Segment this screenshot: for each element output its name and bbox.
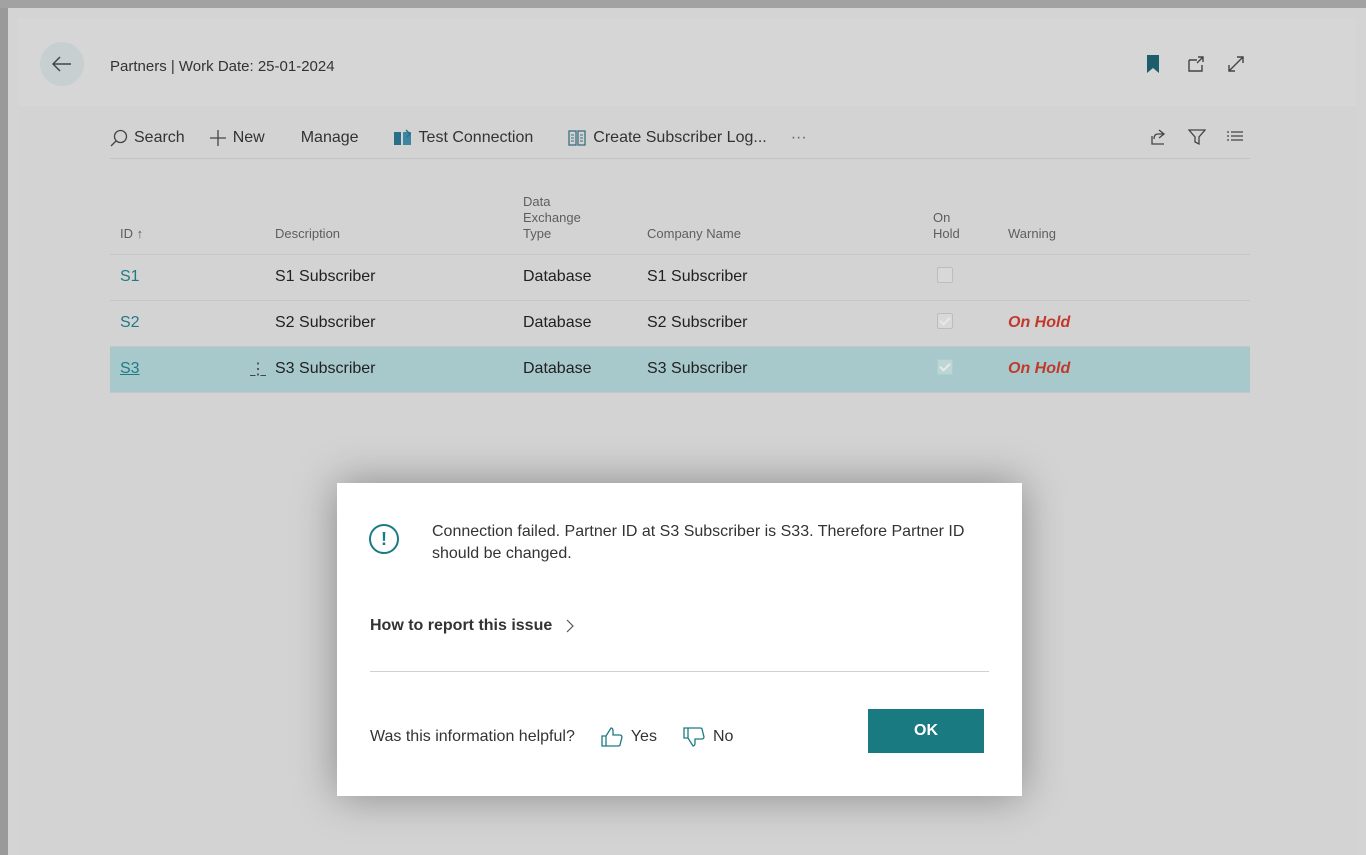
on-hold-cell — [923, 300, 1008, 346]
filter-icon[interactable] — [1188, 128, 1206, 146]
type-cell: Database — [523, 268, 592, 285]
manage-label: Manage — [300, 129, 359, 146]
table-row-selected[interactable]: S3 ⋮ S3 Subscriber Database S3 Subscribe… — [110, 346, 1250, 392]
id-cell[interactable]: S3 ⋮ — [110, 346, 275, 392]
report-issue-label: How to report this issue — [370, 617, 553, 634]
column-header-id[interactable]: ID ↑ — [110, 160, 275, 255]
column-header-company-name[interactable]: Company Name — [647, 160, 923, 255]
test-connection-button[interactable]: Test Connection — [393, 129, 534, 147]
search-button[interactable]: Search — [110, 129, 185, 147]
id-cell[interactable]: S2 — [110, 300, 275, 346]
feedback-area: Was this information helpful? Yes No — [370, 727, 733, 747]
company-cell: S2 Subscriber — [647, 314, 748, 331]
on-hold-checkbox[interactable] — [937, 312, 953, 329]
feedback-no-button[interactable]: No — [683, 727, 733, 747]
new-button[interactable]: New — [209, 129, 265, 147]
type-cell: Database — [523, 360, 592, 377]
action-toolbar: Search New Manage Test Connection Create… — [110, 118, 1250, 159]
report-issue-link[interactable]: How to report this issue — [370, 617, 575, 635]
description-cell: S2 Subscriber — [275, 314, 376, 331]
manage-menu[interactable]: Manage — [289, 129, 359, 147]
warning-circle-icon: ! — [369, 524, 399, 554]
ok-button[interactable]: OK — [868, 709, 984, 753]
partners-grid: ID ↑ Description Data Exchange Type Comp… — [110, 160, 1250, 393]
expand-icon[interactable] — [1226, 54, 1246, 76]
type-cell: Database — [523, 314, 592, 331]
test-connection-label: Test Connection — [418, 129, 534, 146]
page-header: Partners | Work Date: 25-01-2024 — [18, 18, 1356, 106]
thumbs-down-icon — [683, 727, 705, 747]
grid-header-row: ID ↑ Description Data Exchange Type Comp… — [110, 160, 1250, 255]
chevron-right-icon — [566, 619, 575, 633]
feedback-question: Was this information helpful? — [370, 728, 575, 745]
warning-cell — [1008, 254, 1250, 300]
more-label: ··· — [790, 129, 807, 146]
table-row[interactable]: S1 S1 Subscriber Database S1 Subscriber — [110, 254, 1250, 300]
column-header-data-exchange-type[interactable]: Data Exchange Type — [523, 160, 647, 255]
dialog-divider — [370, 671, 989, 672]
create-subscriber-log-label: Create Subscriber Log... — [593, 129, 767, 146]
on-hold-cell — [923, 254, 1008, 300]
on-hold-checkbox[interactable] — [937, 358, 953, 375]
thumbs-up-icon — [601, 727, 623, 747]
error-dialog: ! Connection failed. Partner ID at S3 Su… — [337, 483, 1022, 796]
column-header-on-hold[interactable]: On Hold — [923, 160, 1008, 255]
description-cell: S3 Subscriber — [275, 360, 376, 377]
column-header-description[interactable]: Description — [275, 160, 523, 255]
more-actions-button[interactable]: ··· — [791, 129, 807, 147]
open-new-window-icon[interactable] — [1186, 54, 1206, 76]
description-cell: S1 Subscriber — [275, 268, 376, 285]
log-icon — [568, 130, 586, 146]
yes-label: Yes — [630, 728, 657, 745]
search-icon — [110, 129, 128, 147]
new-label: New — [232, 129, 265, 146]
toolbar-right-actions — [1150, 128, 1244, 146]
list-view-icon[interactable] — [1226, 128, 1244, 146]
warning-cell: On Hold — [1008, 314, 1071, 331]
search-label: Search — [134, 129, 185, 146]
row-menu-icon[interactable]: ⋮ — [250, 359, 266, 379]
dialog-message: Connection failed. Partner ID at S3 Subs… — [432, 523, 965, 562]
create-subscriber-log-button[interactable]: Create Subscriber Log... — [567, 129, 767, 147]
header-actions — [1146, 54, 1246, 76]
bookmark-icon[interactable] — [1146, 54, 1166, 76]
warning-cell: On Hold — [1008, 360, 1071, 377]
app-frame: Partners | Work Date: 25-01-2024 Search … — [0, 0, 1366, 855]
on-hold-cell — [923, 346, 1008, 392]
company-cell: S1 Subscriber — [647, 268, 748, 285]
feedback-yes-button[interactable]: Yes — [601, 727, 657, 747]
table-row[interactable]: S2 S2 Subscriber Database S2 Subscriber … — [110, 300, 1250, 346]
back-button[interactable] — [40, 42, 84, 86]
arrow-left-icon — [52, 56, 71, 72]
company-cell: S3 Subscriber — [647, 360, 748, 377]
plus-icon — [209, 130, 226, 146]
id-cell[interactable]: S1 — [110, 254, 275, 300]
column-header-warning[interactable]: Warning — [1008, 160, 1250, 255]
page-title: Partners | Work Date: 25-01-2024 — [110, 58, 335, 75]
on-hold-checkbox[interactable] — [937, 266, 953, 283]
no-label: No — [712, 728, 734, 745]
test-connection-icon — [393, 129, 411, 145]
share-icon[interactable] — [1150, 128, 1168, 146]
